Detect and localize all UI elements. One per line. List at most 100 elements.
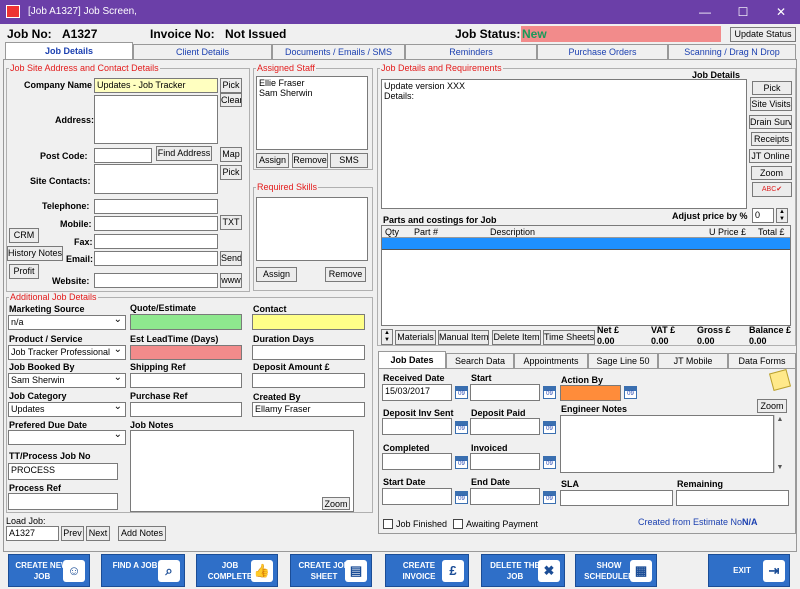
- materials-button[interactable]: Materials: [395, 330, 436, 345]
- engineer-notes-textarea[interactable]: [560, 415, 774, 473]
- company-clear-button[interactable]: Clear: [220, 93, 242, 107]
- deposit-paid-input[interactable]: [470, 418, 540, 435]
- staff-item[interactable]: Ellie Fraser: [259, 78, 365, 88]
- postcode-input[interactable]: [94, 148, 152, 163]
- show-scheduler-button[interactable]: SHOW SCHEDULER ▦: [575, 554, 657, 587]
- tab-scanning[interactable]: Scanning / Drag N Drop: [668, 44, 796, 59]
- job-complete-button[interactable]: JOB COMPLETE 👍: [196, 554, 278, 587]
- lead-time-input[interactable]: [130, 345, 242, 360]
- find-a-job-button[interactable]: FIND A JOB ⌕: [101, 554, 185, 587]
- details-pick-button[interactable]: Pick: [752, 81, 792, 95]
- create-invoice-button[interactable]: CREATE INVOICE £: [385, 554, 469, 587]
- update-status-button[interactable]: Update Status: [730, 27, 796, 42]
- parts-move-spinner[interactable]: ▲ ▼: [381, 329, 393, 345]
- duration-input[interactable]: [252, 345, 365, 360]
- staff-remove-button[interactable]: Remove: [292, 153, 328, 168]
- site-contacts-pick-button[interactable]: Pick: [220, 165, 242, 180]
- tab-job-dates[interactable]: Job Dates: [378, 351, 446, 368]
- fax-input[interactable]: [94, 234, 218, 249]
- staff-list[interactable]: Ellie Fraser Sam Sherwin: [256, 76, 368, 150]
- profit-button[interactable]: Profit: [9, 264, 39, 279]
- company-pick-button[interactable]: Pick: [220, 78, 242, 93]
- category-select[interactable]: Updates: [8, 402, 126, 417]
- spell-check-icon[interactable]: ABC✔: [752, 182, 792, 197]
- notes-zoom-button[interactable]: Zoom: [322, 497, 350, 510]
- job-finished-checkbox[interactable]: [383, 519, 393, 529]
- crm-button[interactable]: CRM: [9, 228, 39, 243]
- contact-input[interactable]: [252, 314, 365, 330]
- tt-process-input[interactable]: PROCESS: [8, 463, 118, 480]
- tab-documents[interactable]: Documents / Emails / SMS: [272, 44, 405, 59]
- tab-reminders[interactable]: Reminders: [405, 44, 537, 59]
- address-input[interactable]: [94, 95, 218, 144]
- staff-item[interactable]: Sam Sherwin: [259, 88, 365, 98]
- find-address-button[interactable]: Find Address: [156, 146, 212, 161]
- jt-online-button[interactable]: JT Online: [749, 149, 792, 163]
- details-zoom-button[interactable]: Zoom: [751, 166, 792, 180]
- product-select[interactable]: Job Tracker Professional: [8, 345, 126, 360]
- maximize-button[interactable]: ☐: [724, 0, 762, 24]
- completed-calendar-icon[interactable]: 09: [455, 456, 468, 469]
- tab-client-details[interactable]: Client Details: [133, 44, 272, 59]
- email-input[interactable]: [94, 251, 218, 266]
- awaiting-payment-checkbox[interactable]: [453, 519, 463, 529]
- engineer-zoom-button[interactable]: Zoom: [757, 399, 787, 413]
- job-details-textarea[interactable]: Update version XXX Details:: [381, 79, 747, 209]
- txt-button[interactable]: TXT: [220, 215, 242, 230]
- end-date-input[interactable]: [470, 488, 540, 505]
- created-by-input[interactable]: Ellamy Fraser: [252, 402, 365, 417]
- company-input[interactable]: Updates - Job Tracker: [94, 78, 218, 93]
- website-input[interactable]: [94, 273, 218, 288]
- invoiced-calendar-icon[interactable]: 09: [543, 456, 556, 469]
- manual-item-button[interactable]: Manual Item: [438, 330, 489, 345]
- site-visits-button[interactable]: Site Visits: [750, 97, 792, 111]
- map-button[interactable]: Map: [220, 147, 242, 162]
- drain-survey-button[interactable]: Drain Survey: [749, 115, 792, 129]
- tab-jt-mobile[interactable]: JT Mobile: [658, 353, 728, 368]
- exit-button[interactable]: EXIT ⇥: [708, 554, 790, 587]
- job-notes-textarea[interactable]: [130, 430, 354, 512]
- site-contacts-input[interactable]: [94, 164, 218, 194]
- load-job-input[interactable]: A1327: [6, 526, 59, 541]
- purchase-ref-input[interactable]: [130, 402, 242, 417]
- deposit-paid-calendar-icon[interactable]: 09: [543, 421, 556, 434]
- staff-assign-button[interactable]: Assign: [256, 153, 289, 168]
- parts-grid-selected-row[interactable]: [382, 238, 790, 250]
- end-date-calendar-icon[interactable]: 09: [543, 491, 556, 504]
- deposit-inv-input[interactable]: [382, 418, 452, 435]
- start-date-calendar-icon[interactable]: 09: [455, 491, 468, 504]
- skills-remove-button[interactable]: Remove: [325, 267, 366, 282]
- marketing-select[interactable]: n/a: [8, 315, 126, 330]
- add-notes-button[interactable]: Add Notes: [118, 526, 166, 541]
- action-calendar-icon[interactable]: 09: [624, 386, 637, 399]
- quote-input[interactable]: [130, 314, 242, 330]
- delete-job-button[interactable]: DELETE THE JOB ✖: [481, 554, 565, 587]
- due-date-select[interactable]: [8, 430, 126, 445]
- start-input[interactable]: [470, 384, 540, 401]
- close-button[interactable]: ✕: [762, 0, 800, 24]
- tab-data-forms[interactable]: Data Forms: [728, 353, 796, 368]
- skills-list[interactable]: [256, 197, 368, 261]
- prev-button[interactable]: Prev: [61, 526, 84, 541]
- received-calendar-icon[interactable]: 09: [455, 386, 468, 399]
- adjust-price-spinner[interactable]: ▲ ▼: [776, 208, 788, 223]
- sms-button[interactable]: SMS: [330, 153, 368, 168]
- received-input[interactable]: 15/03/2017: [382, 384, 452, 401]
- tab-job-details[interactable]: Job Details: [5, 42, 133, 59]
- next-button[interactable]: Next: [86, 526, 110, 541]
- invoiced-input[interactable]: [470, 453, 540, 470]
- send-button[interactable]: Send: [220, 251, 242, 266]
- history-notes-button[interactable]: History Notes: [7, 246, 63, 261]
- tab-purchase-orders[interactable]: Purchase Orders: [537, 44, 668, 59]
- deposit-amount-input[interactable]: [252, 373, 365, 388]
- booked-by-select[interactable]: Sam Sherwin: [8, 373, 126, 388]
- remaining-input[interactable]: [676, 490, 789, 506]
- deposit-inv-calendar-icon[interactable]: 09: [455, 421, 468, 434]
- minimize-button[interactable]: —: [686, 0, 724, 24]
- action-by-input[interactable]: [560, 385, 621, 401]
- create-new-job-button[interactable]: CREATE NEW JOB ☺: [8, 554, 90, 587]
- completed-input[interactable]: [382, 453, 452, 470]
- www-button[interactable]: www: [220, 273, 242, 288]
- process-ref-input[interactable]: [8, 493, 118, 510]
- adjust-price-input[interactable]: 0: [752, 208, 774, 223]
